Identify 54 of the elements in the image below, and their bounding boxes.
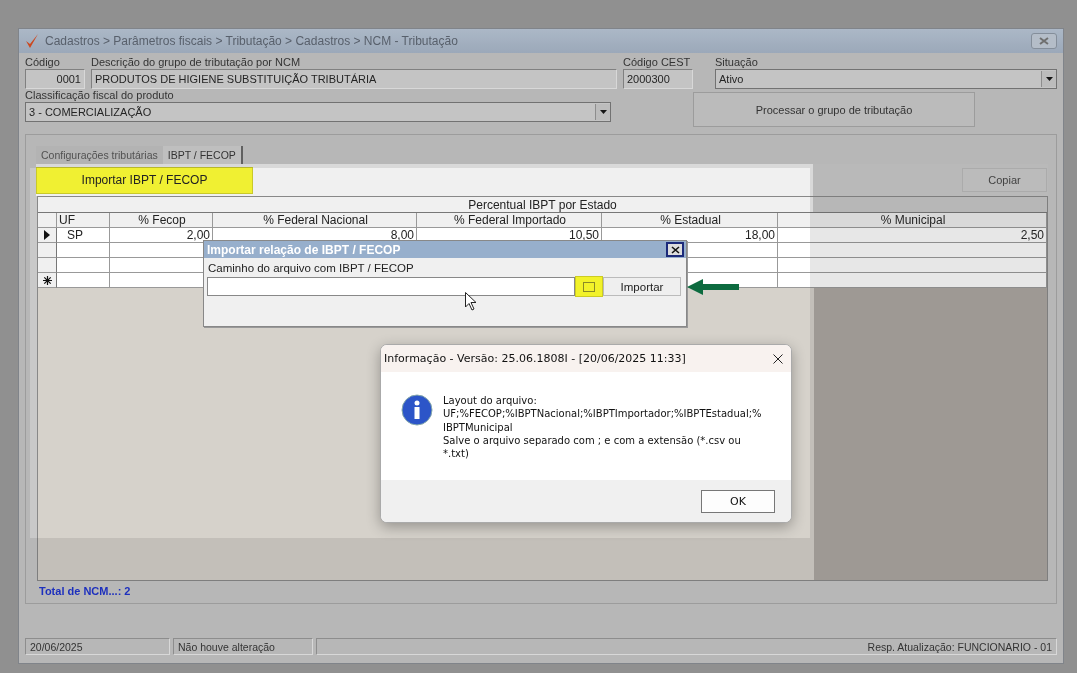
status-date: 20/06/2025 xyxy=(25,638,170,655)
current-row-icon xyxy=(44,230,50,240)
window-title: Cadastros > Parâmetros fiscais > Tributação > Cadastros > NCM - Tributação xyxy=(45,34,459,48)
field-label: Classificação fiscal do produto xyxy=(25,89,175,102)
import-file-button[interactable]: Importar xyxy=(603,277,681,296)
caret-icon xyxy=(599,110,607,114)
cest-field[interactable]: 2000300 xyxy=(623,69,693,89)
mouse-cursor-icon xyxy=(465,292,477,311)
column-header[interactable]: % Fecop xyxy=(110,213,213,228)
column-header[interactable]: % Federal Nacional xyxy=(213,213,417,228)
close-button[interactable] xyxy=(666,242,684,257)
column-header[interactable]: % Federal Importado xyxy=(417,213,602,228)
close-icon xyxy=(1039,37,1049,45)
table-cell: 2,00 xyxy=(110,228,213,243)
dialog-title: Importar relação de IBPT / FECOP xyxy=(207,242,401,257)
total-label: Total de NCM...: 2 xyxy=(38,584,132,599)
classification-dropdown[interactable]: 3 - COMERCIALIZAÇÃO xyxy=(25,102,611,122)
arrow-icon xyxy=(687,278,741,296)
row-indicator[interactable] xyxy=(38,228,57,243)
row-indicator[interactable] xyxy=(38,273,57,288)
group-header: Percentual IBPT por Estado xyxy=(38,197,1047,213)
status-message: Não houve alteração xyxy=(173,638,313,655)
dotted-box-icon xyxy=(583,281,595,292)
description-field[interactable]: PRODUTOS DE HIGIENE SUBSTITUIÇÃO TRIBUTÁRIA xyxy=(91,69,617,89)
code-field[interactable]: 0001 xyxy=(25,69,85,89)
table-cell: SP xyxy=(57,228,110,243)
tab[interactable]: Configurações tributárias xyxy=(36,146,163,164)
check-logo-icon xyxy=(25,33,39,49)
table-cell: 2,50 xyxy=(778,228,1047,243)
status-dropdown[interactable]: Ativo xyxy=(715,69,1057,89)
import-button[interactable]: Importar IBPT / FECOP xyxy=(36,166,253,194)
field-label: Descrição do grupo de tributação por NCM xyxy=(91,56,302,69)
corner-cell xyxy=(38,213,57,228)
path-label: Caminho do arquivo com IBPT / FECOP xyxy=(207,261,415,275)
info-icon xyxy=(401,394,433,426)
field-label: Situação xyxy=(715,56,759,69)
process-button[interactable]: Processar o grupo de tributação xyxy=(693,92,975,127)
copy-button[interactable]: Copiar xyxy=(962,168,1047,192)
field-label: Código xyxy=(25,56,61,69)
column-header[interactable]: UF xyxy=(57,213,110,228)
browse-button[interactable] xyxy=(575,276,603,297)
dialog-title: Informação - Versão: 25.06.1808I - [20/06/2025 11:33] xyxy=(384,352,686,365)
close-icon[interactable] xyxy=(773,353,783,364)
field-label: Código CEST xyxy=(623,56,692,69)
path-field[interactable] xyxy=(207,277,575,296)
column-header[interactable]: % Municipal xyxy=(778,213,1047,228)
new-row-icon xyxy=(42,275,52,285)
status-user: Resp. Atualização: FUNCIONARIO - 01 xyxy=(316,638,1057,655)
info-message: Layout do arquivo: UF;%FECOP;%IBPTNacional;%IBPTImportador;%IBPTEstadual;% IBPTMunicipal Salve o arquivo separado com ; e com a extensão (*.csv ou *.txt) xyxy=(443,394,762,462)
caret-icon xyxy=(1045,77,1053,81)
close-icon xyxy=(670,245,680,254)
column-header[interactable]: % Estadual xyxy=(602,213,778,228)
ok-button[interactable]: OK xyxy=(701,489,775,513)
tab[interactable]: IBPT / FECOP xyxy=(162,146,243,164)
